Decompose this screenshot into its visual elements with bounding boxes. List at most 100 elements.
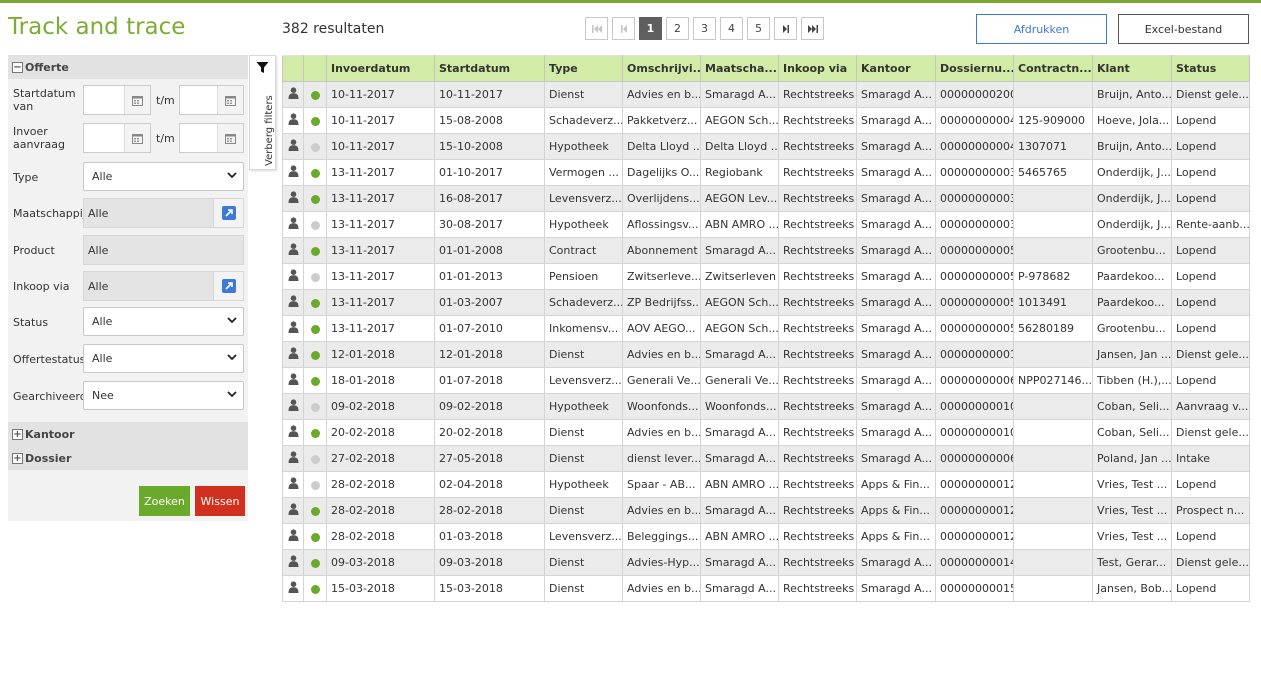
- person-icon[interactable]: [282, 211, 304, 238]
- table-cell: 02-04-2018: [434, 471, 545, 498]
- table-cell: 1013491: [1013, 289, 1093, 316]
- clear-button[interactable]: Wissen: [195, 486, 245, 516]
- table-cell: Levensverz...: [544, 185, 623, 212]
- maatschappij-pick-button[interactable]: [213, 199, 243, 227]
- table-row[interactable]: 28-02-2018 28-02-2018 Dienst Advies en b...…: [282, 497, 1250, 524]
- kantoor-section-header[interactable]: + Kantoor: [8, 422, 248, 446]
- person-icon[interactable]: [282, 159, 304, 186]
- column-header[interactable]: Klant: [1092, 55, 1172, 82]
- person-icon[interactable]: [282, 107, 304, 134]
- person-icon[interactable]: [282, 289, 304, 316]
- table-row[interactable]: 10-11-2017 10-11-2017 Dienst Advies en b...…: [282, 81, 1250, 108]
- person-icon[interactable]: [282, 471, 304, 498]
- last-page-button[interactable]: [801, 17, 824, 40]
- page-button-1[interactable]: 1: [639, 17, 662, 40]
- column-header[interactable]: Omschrijvi...: [622, 55, 701, 82]
- page-button-5[interactable]: 5: [747, 17, 770, 40]
- table-row[interactable]: 13-11-2017 16-08-2017 Levensverz... Overlij…: [282, 185, 1250, 212]
- column-header[interactable]: Contractn...: [1013, 55, 1093, 82]
- table-row[interactable]: 28-02-2018 02-04-2018 Hypotheek Spaar - AB.…: [282, 471, 1250, 498]
- person-icon[interactable]: [282, 315, 304, 342]
- person-icon[interactable]: [282, 133, 304, 160]
- hide-filters-tab[interactable]: Verberg filters: [249, 55, 276, 170]
- type-select[interactable]: Alle: [83, 162, 244, 191]
- next-page-button[interactable]: [774, 17, 797, 40]
- person-icon[interactable]: [282, 445, 304, 472]
- search-button[interactable]: Zoeken: [139, 486, 190, 516]
- column-header[interactable]: Maatscha...: [700, 55, 779, 82]
- table-row[interactable]: 10-11-2017 15-10-2008 Hypotheek Delta Lloyd…: [282, 133, 1250, 160]
- table-row[interactable]: 13-11-2017 01-03-2007 Schadeverz... ZP Bedr…: [282, 289, 1250, 316]
- table-row[interactable]: 28-02-2018 01-03-2018 Levensverz... Beleggi…: [282, 523, 1250, 550]
- table-row[interactable]: 09-03-2018 09-03-2018 Dienst Advies-Hyp... S…: [282, 549, 1250, 576]
- calendar-icon[interactable]: [217, 86, 243, 114]
- table-cell: 00000000005: [935, 263, 1014, 290]
- person-icon[interactable]: [282, 575, 304, 602]
- status-dot-cell: [303, 393, 327, 420]
- column-header[interactable]: Dossiernu...: [935, 55, 1014, 82]
- column-header[interactable]: Startdatum: [434, 55, 545, 82]
- offertestatus-select[interactable]: Alle: [83, 344, 244, 373]
- table-cell: 01-03-2007: [434, 289, 545, 316]
- gearchiveerd-select[interactable]: Nee: [83, 381, 244, 410]
- person-icon[interactable]: [282, 185, 304, 212]
- table-row[interactable]: 09-02-2018 09-02-2018 Hypotheek Woonfonds..…: [282, 393, 1250, 420]
- inkoop-pick-button[interactable]: [213, 272, 243, 300]
- person-icon[interactable]: [282, 237, 304, 264]
- page-button-2[interactable]: 2: [666, 17, 689, 40]
- table-row[interactable]: 18-01-2018 01-07-2018 Levensverz... General…: [282, 367, 1250, 394]
- person-icon[interactable]: [282, 341, 304, 368]
- table-row[interactable]: 13-11-2017 01-01-2008 Contract Abonnement Sm…: [282, 237, 1250, 264]
- table-cell: Advies en b...: [622, 575, 701, 602]
- table-row[interactable]: 13-11-2017 01-10-2017 Vermogen ... Dagelijk…: [282, 159, 1250, 186]
- person-icon[interactable]: [282, 523, 304, 550]
- table-cell: 01-01-2008: [434, 237, 545, 264]
- invoer-from-field[interactable]: [83, 123, 151, 153]
- table-row[interactable]: 20-02-2018 20-02-2018 Dienst Advies en b...…: [282, 419, 1250, 446]
- pagination: 1 2 3 4 5: [585, 17, 824, 40]
- table-cell: Beleggings...: [622, 523, 701, 550]
- calendar-icon[interactable]: [217, 124, 243, 152]
- table-cell: Rechtstreeks: [778, 159, 857, 186]
- person-icon[interactable]: [282, 497, 304, 524]
- page-button-3[interactable]: 3: [693, 17, 716, 40]
- table-row[interactable]: 15-03-2018 15-03-2018 Dienst Advies en b...…: [282, 575, 1250, 602]
- invoer-to-field[interactable]: [179, 123, 244, 153]
- person-icon[interactable]: [282, 367, 304, 394]
- dossier-section-header[interactable]: + Dossier: [8, 446, 248, 470]
- print-button[interactable]: Afdrukken: [976, 14, 1107, 44]
- person-icon[interactable]: [282, 549, 304, 576]
- table-cell: 00000000010: [935, 419, 1014, 446]
- calendar-icon[interactable]: [124, 124, 150, 152]
- column-header[interactable]: Inkoop via: [778, 55, 857, 82]
- column-header[interactable]: Invoerdatum: [326, 55, 435, 82]
- page-button-4[interactable]: 4: [720, 17, 743, 40]
- column-header[interactable]: Kantoor: [856, 55, 936, 82]
- table-cell: Smaragd A...: [700, 419, 779, 446]
- status-select[interactable]: Alle: [83, 307, 244, 336]
- table-row[interactable]: 13-11-2017 01-01-2013 Pensioen Zwitserleve.…: [282, 263, 1250, 290]
- calendar-icon[interactable]: [124, 86, 150, 114]
- table-cell: 00000000003: [935, 185, 1014, 212]
- startdatum-to-field[interactable]: [179, 85, 244, 115]
- table-cell: [1013, 575, 1093, 602]
- table-row[interactable]: 27-02-2018 27-05-2018 Dienst dienst lever..…: [282, 445, 1250, 472]
- first-page-button[interactable]: [585, 17, 608, 40]
- table-row[interactable]: 12-01-2018 12-01-2018 Dienst Advies en b...…: [282, 341, 1250, 368]
- startdatum-from-field[interactable]: [83, 85, 151, 115]
- table-row[interactable]: 10-11-2017 15-08-2008 Schadeverz... Pakketv…: [282, 107, 1250, 134]
- table-cell: AEGON Lev...: [700, 185, 779, 212]
- column-header[interactable]: Status: [1171, 55, 1250, 82]
- person-icon[interactable]: [282, 393, 304, 420]
- column-header[interactable]: Type: [544, 55, 623, 82]
- person-icon[interactable]: [282, 81, 304, 108]
- excel-export-button[interactable]: Excel-bestand: [1118, 14, 1249, 44]
- table-cell: 28-02-2018: [326, 471, 435, 498]
- table-row[interactable]: 13-11-2017 01-07-2010 Inkomensv... AOV AEGO…: [282, 315, 1250, 342]
- table-cell: Aanvraag v...: [1171, 393, 1250, 420]
- table-row[interactable]: 13-11-2017 30-08-2017 Hypotheek Aflossingsv…: [282, 211, 1250, 238]
- offerte-section-header[interactable]: − Offerte: [8, 55, 248, 79]
- person-icon[interactable]: [282, 419, 304, 446]
- previous-page-button[interactable]: [612, 17, 635, 40]
- person-icon[interactable]: [282, 263, 304, 290]
